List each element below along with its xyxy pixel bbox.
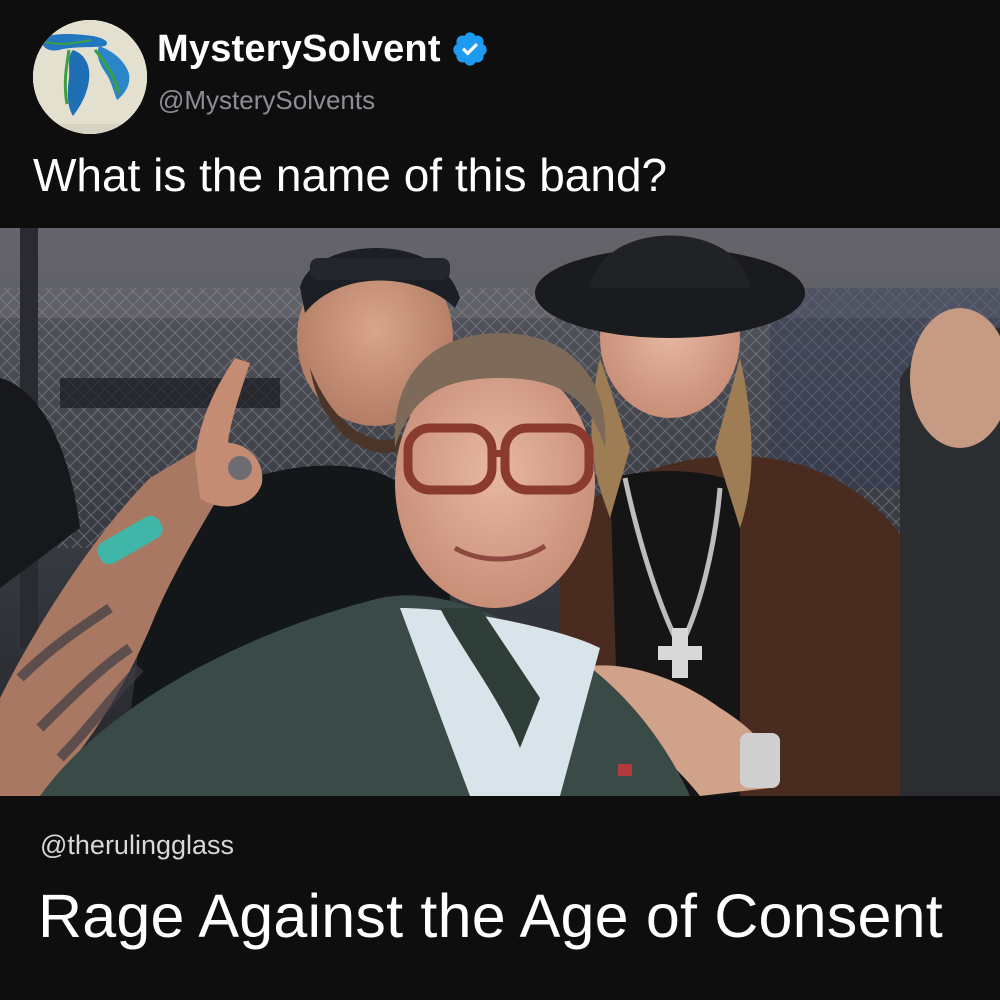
display-name-row[interactable]: MysterySolvent (157, 26, 489, 72)
display-name[interactable]: MysterySolvent (157, 26, 441, 72)
tweet-text: What is the name of this band? (33, 149, 668, 201)
reply-handle[interactable]: @therulingglass (40, 828, 234, 862)
reply-text: Rage Against the Age of Consent (38, 882, 943, 950)
selfie-photo-icon (0, 228, 1000, 796)
tweet-photo[interactable] (0, 228, 1000, 796)
post-card: MysterySolvent @MysterySolvents What is … (0, 0, 1000, 1000)
great-lakes-map-icon (33, 20, 147, 134)
profile-avatar[interactable] (33, 20, 147, 134)
verified-badge-icon (451, 30, 489, 68)
user-handle[interactable]: @MysterySolvents (158, 84, 375, 116)
